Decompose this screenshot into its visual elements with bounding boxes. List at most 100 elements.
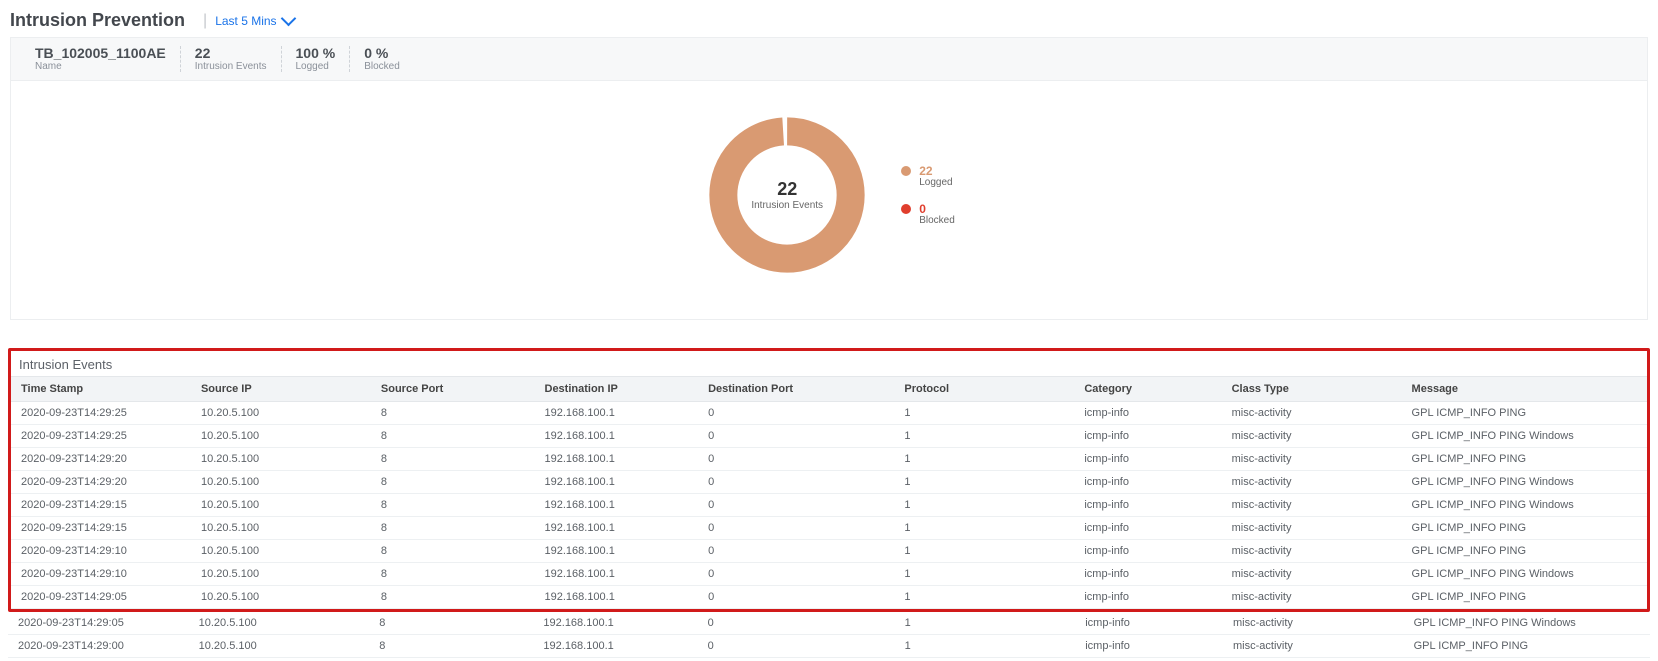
table-cell: 10.20.5.100 (191, 517, 371, 540)
table-cell: misc-activity (1222, 540, 1402, 563)
table-cell: 10.20.5.100 (189, 612, 370, 635)
table-cell: 1 (894, 494, 1074, 517)
table-cell: 2020-09-23T14:29:10 (11, 540, 191, 563)
table-cell: 10.20.5.100 (191, 586, 371, 609)
table-cell: 0 (698, 471, 894, 494)
table-cell: GPL ICMP_INFO PING (1402, 586, 1647, 609)
table-cell: 192.168.100.1 (535, 402, 699, 425)
events-table-overflow: 2020-09-23T14:29:0510.20.5.1008192.168.1… (8, 612, 1650, 658)
donut-center-label: Intrusion Events (751, 200, 823, 211)
table-row[interactable]: 2020-09-23T14:29:1010.20.5.1008192.168.1… (11, 563, 1647, 586)
table-cell: 2020-09-23T14:29:05 (11, 586, 191, 609)
table-cell: 2020-09-23T14:29:20 (11, 471, 191, 494)
table-row[interactable]: 2020-09-23T14:29:2010.20.5.1008192.168.1… (11, 448, 1647, 471)
table-header-cell[interactable]: Destination IP (535, 377, 699, 402)
table-cell: 8 (369, 635, 533, 658)
table-row[interactable]: 2020-09-23T14:29:0010.20.5.1008192.168.1… (8, 635, 1650, 658)
table-cell: misc-activity (1222, 471, 1402, 494)
divider: | (203, 12, 207, 30)
table-header-cell[interactable]: Source IP (191, 377, 371, 402)
table-cell: 2020-09-23T14:29:10 (11, 563, 191, 586)
table-row[interactable]: 2020-09-23T14:29:2510.20.5.1008192.168.1… (11, 425, 1647, 448)
legend-blocked-value: 0 (919, 202, 955, 216)
table-cell: 192.168.100.1 (533, 635, 697, 658)
chevron-down-icon (280, 11, 296, 27)
chart-legend: 22 Logged 0 Blocked (901, 164, 955, 226)
table-cell: icmp-info (1074, 540, 1221, 563)
table-cell: 8 (371, 448, 535, 471)
table-cell: 192.168.100.1 (535, 563, 699, 586)
table-cell: GPL ICMP_INFO PING Windows (1402, 563, 1647, 586)
table-header-cell[interactable]: Source Port (371, 377, 535, 402)
table-cell: icmp-info (1074, 448, 1221, 471)
table-header-cell[interactable]: Protocol (894, 377, 1074, 402)
table-header-cell[interactable]: Message (1402, 377, 1647, 402)
blocked-cell: 0 % Blocked (349, 46, 414, 72)
table-cell: GPL ICMP_INFO PING (1402, 517, 1647, 540)
table-cell: 1 (894, 540, 1074, 563)
table-cell: icmp-info (1075, 635, 1223, 658)
table-cell: 0 (698, 586, 894, 609)
table-cell: 10.20.5.100 (191, 494, 371, 517)
table-cell: 8 (371, 402, 535, 425)
table-cell: 1 (894, 402, 1074, 425)
table-row[interactable]: 2020-09-23T14:29:1510.20.5.1008192.168.1… (11, 494, 1647, 517)
events-table-highlight: Intrusion Events Time StampSource IPSour… (8, 348, 1650, 612)
table-cell: misc-activity (1222, 586, 1402, 609)
table-cell: 2020-09-23T14:29:15 (11, 517, 191, 540)
table-header-cell[interactable]: Category (1074, 377, 1221, 402)
table-cell: 10.20.5.100 (191, 563, 371, 586)
device-cell: TB_102005_1100AE Name (21, 46, 180, 72)
table-cell: 8 (371, 517, 535, 540)
events-table: Time StampSource IPSource PortDestinatio… (11, 376, 1647, 609)
table-cell: 1 (894, 448, 1074, 471)
table-row[interactable]: 2020-09-23T14:29:0510.20.5.1008192.168.1… (11, 586, 1647, 609)
table-cell: 0 (698, 612, 895, 635)
logged-cell: 100 % Logged (281, 46, 350, 72)
table-cell: GPL ICMP_INFO PING (1402, 402, 1647, 425)
table-header-cell[interactable]: Class Type (1222, 377, 1402, 402)
table-cell: 192.168.100.1 (535, 540, 699, 563)
table-header-cell[interactable]: Destination Port (698, 377, 894, 402)
table-cell: 1 (894, 471, 1074, 494)
table-cell: 2020-09-23T14:29:15 (11, 494, 191, 517)
table-cell: 192.168.100.1 (535, 586, 699, 609)
table-cell: 192.168.100.1 (535, 471, 699, 494)
table-row[interactable]: 2020-09-23T14:29:1510.20.5.1008192.168.1… (11, 517, 1647, 540)
table-cell: icmp-info (1074, 586, 1221, 609)
table-cell: misc-activity (1222, 517, 1402, 540)
table-cell: 2020-09-23T14:29:25 (11, 402, 191, 425)
table-header-row: Time StampSource IPSource PortDestinatio… (11, 377, 1647, 402)
summary-bar: TB_102005_1100AE Name 22 Intrusion Event… (10, 37, 1648, 81)
table-cell: 1 (894, 563, 1074, 586)
table-cell: 10.20.5.100 (191, 471, 371, 494)
table-cell: 0 (698, 563, 894, 586)
table-cell: misc-activity (1222, 425, 1402, 448)
table-row[interactable]: 2020-09-23T14:29:1010.20.5.1008192.168.1… (11, 540, 1647, 563)
table-cell: 2020-09-23T14:29:20 (11, 448, 191, 471)
logged-label: Logged (296, 61, 336, 72)
table-cell: misc-activity (1222, 563, 1402, 586)
table-cell: 10.20.5.100 (191, 540, 371, 563)
table-cell: 8 (369, 612, 533, 635)
table-row[interactable]: 2020-09-23T14:29:2010.20.5.1008192.168.1… (11, 471, 1647, 494)
table-cell: 8 (371, 540, 535, 563)
table-cell: 8 (371, 494, 535, 517)
table-cell: 10.20.5.100 (191, 402, 371, 425)
table-header-cell[interactable]: Time Stamp (11, 377, 191, 402)
table-cell: 1 (894, 586, 1074, 609)
table-row[interactable]: 2020-09-23T14:29:0510.20.5.1008192.168.1… (8, 612, 1650, 635)
table-cell: 10.20.5.100 (191, 425, 371, 448)
legend-blocked-label: Blocked (919, 215, 955, 226)
device-label: Name (35, 61, 166, 72)
table-cell: 0 (698, 402, 894, 425)
table-cell: icmp-info (1074, 563, 1221, 586)
table-cell: 2020-09-23T14:29:25 (11, 425, 191, 448)
table-cell: icmp-info (1074, 517, 1221, 540)
donut-chart: 22 Intrusion Events (703, 111, 871, 279)
table-cell: GPL ICMP_INFO PING (1402, 540, 1647, 563)
table-cell: 10.20.5.100 (191, 448, 371, 471)
time-range-selector[interactable]: Last 5 Mins (215, 14, 293, 28)
legend-logged-value: 22 (919, 164, 952, 178)
table-row[interactable]: 2020-09-23T14:29:2510.20.5.1008192.168.1… (11, 402, 1647, 425)
